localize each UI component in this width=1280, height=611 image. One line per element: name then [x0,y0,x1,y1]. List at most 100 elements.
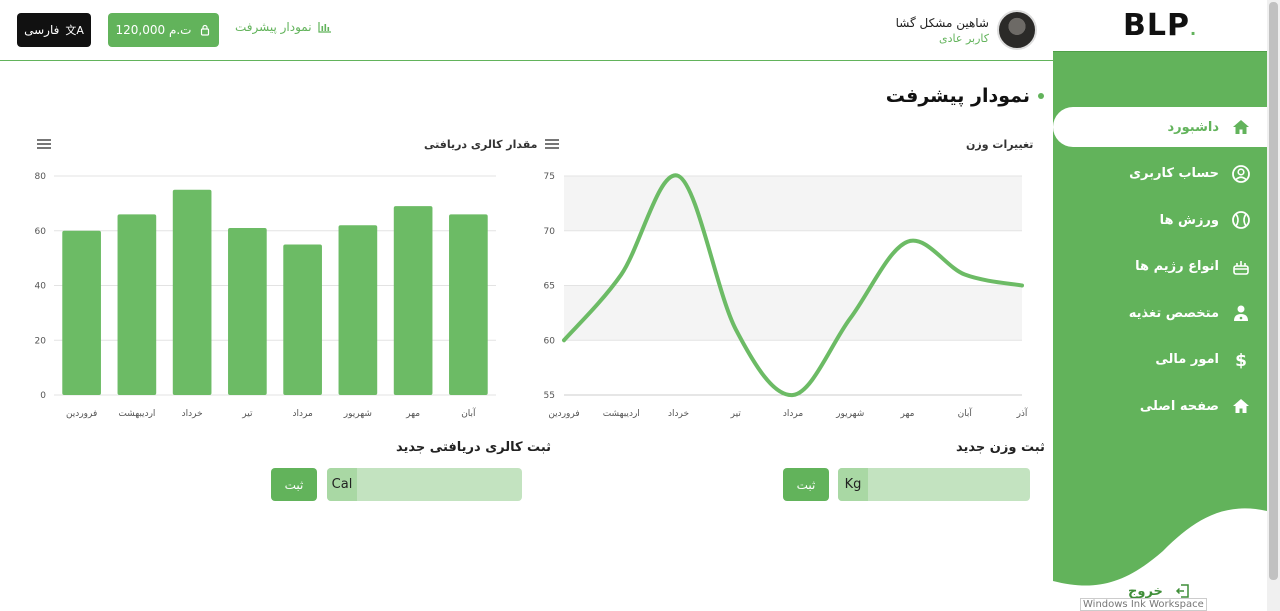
chart-icon [317,22,331,33]
progress-link-label: نمودار پیشرفت [235,20,312,34]
y-tick-label: 20 [35,336,47,346]
sidebar-item-label: ورزش ها [1159,212,1219,228]
calorie-form-title: ثبت کالری دریافتی جدید [396,440,552,455]
user-role: کاربر عادی [939,31,989,45]
calorie-bar [62,230,101,395]
ball-icon [1232,211,1250,229]
page-title: نمودار پیشرفت [886,85,1044,107]
calorie-bar [393,206,433,395]
sidebar-item-nutritionist[interactable]: متخصص تغذیه [1053,293,1267,333]
language-label: فارسی [24,23,60,37]
x-tick-label: تیر [241,409,253,419]
x-tick-label: آذر [1016,407,1028,419]
y-tick-label: 65 [544,282,555,292]
x-tick-label: فروردین [548,409,579,419]
sidebar-item-dashboard[interactable]: داشبورد [1053,107,1267,147]
x-tick-label: مهر [900,409,915,419]
calorie-input[interactable]: Cal [327,468,522,501]
logo[interactable]: BLP. [1123,8,1197,43]
sidebar-nav: داشبورد حساب کاربری ورزش ها انواع رژیم ه… [1053,107,1267,433]
sidebar-item-label: امور مالی [1155,352,1219,367]
calorie-bar [228,228,267,395]
x-tick-label: شهریور [343,409,372,419]
x-tick-label: مرداد [292,409,312,419]
sidebar-item-diets[interactable]: انواع رژیم ها [1053,247,1267,287]
logout-icon [1175,584,1189,598]
calorie-bar [172,189,212,395]
y-tick-label: 60 [544,336,556,346]
lock-icon [201,24,210,36]
weight-chart-title: تغییرات وزن [966,138,1034,151]
calorie-bar [283,244,322,395]
page: فارسی 文A 120,000 ت.م نمودار پیشرفت شاهین… [0,0,1280,611]
calorie-chart: 0 20 40 60 80 فروردین اردیبهشت خرداد تیر مرداد شهر… [35,172,496,419]
sidebar-item-home[interactable]: صفحه اصلی [1053,386,1267,426]
weight-form-title: ثبت وزن جدید [956,440,1045,455]
x-tick-label: آبان [461,407,476,419]
food-icon [1233,260,1249,275]
user-circle-icon [1232,164,1250,183]
x-tick-label: شهریور [835,409,864,419]
balance-label: 120,000 ت.م [115,23,192,37]
title-bullet-icon [1038,93,1044,99]
page-title-text: نمودار پیشرفت [885,85,1030,107]
sidebar: BLP. داشبورد حساب کاربری ورزش ها انواع ر… [1053,0,1267,611]
balance-button[interactable]: 120,000 ت.م [108,13,219,47]
progress-chart-link[interactable]: نمودار پیشرفت [235,20,332,34]
calorie-chart-menu-icon[interactable] [37,139,51,149]
x-tick-label: مهر [405,409,420,419]
scrollbar[interactable] [1267,0,1280,611]
logout-button[interactable]: خروج [1128,583,1191,599]
x-tick-label: خرداد [668,409,689,419]
sidebar-item-label: صفحه اصلی [1139,398,1219,414]
dollar-icon: $ [1235,351,1247,370]
sidebar-item-finance[interactable]: امور مالی $ [1053,340,1267,380]
weight-unit-label: Kg [838,468,868,501]
weight-chart-menu-icon[interactable] [545,139,559,149]
sidebar-item-exercises[interactable]: ورزش ها [1053,200,1267,240]
svg-text:$: $ [1235,351,1247,370]
top-header: فارسی 文A 120,000 ت.م نمودار پیشرفت شاهین… [0,0,1053,61]
user-profile[interactable]: شاهین مشکل گشا کاربر عادی [896,10,1037,50]
calorie-bar [338,225,378,395]
logout-label: خروج [1128,583,1163,599]
y-tick-label: 75 [544,172,555,182]
language-button[interactable]: فارسی 文A [17,13,91,47]
weight-chart: 55 60 65 70 75 فروردین اردیبهشت خرداد تیر مرداد شه… [544,172,1028,419]
avatar[interactable] [997,10,1037,50]
x-tick-label: تیر [730,409,742,419]
windows-ink-tooltip: Windows Ink Workspace [1080,598,1207,611]
grid-band [564,285,1022,341]
logo-area: BLP. [1053,0,1267,52]
translate-icon: 文A [65,24,84,37]
x-tick-label: اردیبهشت [603,409,640,419]
calorie-bar [449,214,488,395]
y-tick-label: 40 [35,282,47,292]
home-icon [1233,399,1249,413]
x-tick-label: مرداد [783,409,803,419]
sidebar-item-label: داشبورد [1167,119,1219,135]
grid-band [564,176,1022,231]
x-tick-label: خرداد [182,409,203,419]
calorie-submit-button[interactable]: ثبت [271,468,317,501]
sidebar-item-label: انواع رژیم ها [1135,259,1219,274]
sidebar-item-account[interactable]: حساب کاربری [1053,154,1267,194]
user-name: شاهین مشکل گشا [895,15,989,30]
y-tick-label: 60 [35,227,47,237]
calorie-chart-title: مقدار کالری دریافتی [424,138,538,151]
calorie-unit-label: Cal [327,468,357,501]
y-tick-label: 80 [35,172,47,182]
x-tick-label: فروردین [66,409,97,419]
weight-input[interactable]: Kg [838,468,1030,501]
home-icon [1233,120,1249,134]
y-tick-label: 70 [544,227,556,237]
x-tick-label: آبان [958,407,973,419]
weight-submit-button[interactable]: ثبت [783,468,829,501]
scrollbar-thumb[interactable] [1269,2,1278,580]
sidebar-item-label: متخصص تغذیه [1128,305,1219,321]
y-tick-label: 55 [544,391,555,401]
x-tick-label: اردیبهشت [118,409,155,419]
calorie-bar [117,214,157,395]
y-tick-label: 0 [40,391,46,401]
sidebar-item-label: حساب کاربری [1129,166,1219,181]
